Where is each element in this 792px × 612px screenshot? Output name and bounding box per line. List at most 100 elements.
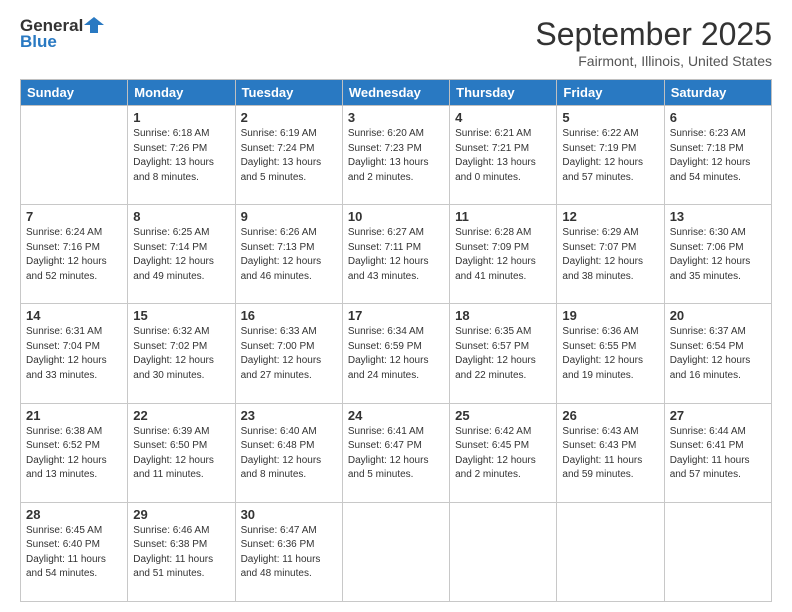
calendar-cell: 21 Sunrise: 6:38 AMSunset: 6:52 PMDayligh… bbox=[21, 403, 128, 502]
calendar-cell: 17 Sunrise: 6:34 AMSunset: 6:59 PMDayligh… bbox=[342, 304, 449, 403]
calendar: SundayMondayTuesdayWednesdayThursdayFrid… bbox=[20, 79, 772, 602]
day-info: Sunrise: 6:40 AMSunset: 6:48 PMDaylight:… bbox=[241, 425, 337, 483]
day-info: Sunrise: 6:43 AMSunset: 6:43 PMDaylight:… bbox=[562, 425, 658, 483]
day-info: Sunrise: 6:35 AMSunset: 6:57 PMDaylight:… bbox=[455, 325, 551, 383]
calendar-cell: 18 Sunrise: 6:35 AMSunset: 6:57 PMDayligh… bbox=[450, 304, 557, 403]
day-info: Sunrise: 6:27 AMSunset: 7:11 PMDaylight:… bbox=[348, 226, 444, 284]
day-number: 6 bbox=[670, 110, 766, 125]
day-info: Sunrise: 6:44 AMSunset: 6:41 PMDaylight:… bbox=[670, 425, 766, 483]
day-info: Sunrise: 6:38 AMSunset: 6:52 PMDaylight:… bbox=[26, 425, 122, 483]
day-info: Sunrise: 6:23 AMSunset: 7:18 PMDaylight:… bbox=[670, 127, 766, 185]
title-area: September 2025 Fairmont, Illinois, Unite… bbox=[535, 16, 772, 69]
day-number: 11 bbox=[455, 209, 551, 224]
calendar-cell: 23Sunrise: 6:40 AMSunset: 6:48 PMDayligh… bbox=[235, 403, 342, 502]
calendar-cell: 14 Sunrise: 6:31 AMSunset: 7:04 PMDayligh… bbox=[21, 304, 128, 403]
logo: General Blue bbox=[20, 16, 104, 52]
calendar-cell: 10 Sunrise: 6:27 AMSunset: 7:11 PMDayligh… bbox=[342, 205, 449, 304]
calendar-cell: 1Sunrise: 6:18 AMSunset: 7:26 PMDaylight… bbox=[128, 106, 235, 205]
day-number: 13 bbox=[670, 209, 766, 224]
calendar-cell: 30Sunrise: 6:47 AMSunset: 6:36 PMDayligh… bbox=[235, 502, 342, 601]
day-info: Sunrise: 6:18 AMSunset: 7:26 PMDaylight:… bbox=[133, 127, 229, 185]
calendar-cell bbox=[557, 502, 664, 601]
day-number: 7 bbox=[26, 209, 122, 224]
day-info: Sunrise: 6:20 AMSunset: 7:23 PMDaylight:… bbox=[348, 127, 444, 185]
day-info: Sunrise: 6:36 AMSunset: 6:55 PMDaylight:… bbox=[562, 325, 658, 383]
day-info: Sunrise: 6:25 AMSunset: 7:14 PMDaylight:… bbox=[133, 226, 229, 284]
day-number: 25 bbox=[455, 408, 551, 423]
day-header-wednesday: Wednesday bbox=[342, 80, 449, 106]
day-info: Sunrise: 6:32 AMSunset: 7:02 PMDaylight:… bbox=[133, 325, 229, 383]
day-info: Sunrise: 6:39 AMSunset: 6:50 PMDaylight:… bbox=[133, 425, 229, 483]
day-header-thursday: Thursday bbox=[450, 80, 557, 106]
logo-blue-text: Blue bbox=[20, 32, 57, 52]
day-number: 27 bbox=[670, 408, 766, 423]
day-number: 17 bbox=[348, 308, 444, 323]
day-header-friday: Friday bbox=[557, 80, 664, 106]
day-number: 9 bbox=[241, 209, 337, 224]
calendar-cell bbox=[664, 502, 771, 601]
day-number: 3 bbox=[348, 110, 444, 125]
calendar-cell: 15 Sunrise: 6:32 AMSunset: 7:02 PMDayligh… bbox=[128, 304, 235, 403]
calendar-cell: 25 Sunrise: 6:42 AMSunset: 6:45 PMDayligh… bbox=[450, 403, 557, 502]
calendar-cell: 22Sunrise: 6:39 AMSunset: 6:50 PMDayligh… bbox=[128, 403, 235, 502]
day-number: 8 bbox=[133, 209, 229, 224]
day-info: Sunrise: 6:19 AMSunset: 7:24 PMDaylight:… bbox=[241, 127, 337, 185]
calendar-cell: 6 Sunrise: 6:23 AMSunset: 7:18 PMDaylight… bbox=[664, 106, 771, 205]
day-number: 21 bbox=[26, 408, 122, 423]
logo-bird-icon bbox=[84, 17, 104, 33]
calendar-cell: 11Sunrise: 6:28 AMSunset: 7:09 PMDayligh… bbox=[450, 205, 557, 304]
day-number: 26 bbox=[562, 408, 658, 423]
day-number: 19 bbox=[562, 308, 658, 323]
calendar-cell: 12 Sunrise: 6:29 AMSunset: 7:07 PMDayligh… bbox=[557, 205, 664, 304]
calendar-cell: 28 Sunrise: 6:45 AMSunset: 6:40 PMDayligh… bbox=[21, 502, 128, 601]
day-number: 10 bbox=[348, 209, 444, 224]
day-info: Sunrise: 6:22 AMSunset: 7:19 PMDaylight:… bbox=[562, 127, 658, 185]
calendar-cell: 16 Sunrise: 6:33 AMSunset: 7:00 PMDayligh… bbox=[235, 304, 342, 403]
week-row-0: 1Sunrise: 6:18 AMSunset: 7:26 PMDaylight… bbox=[21, 106, 772, 205]
day-number: 30 bbox=[241, 507, 337, 522]
calendar-cell: 9Sunrise: 6:26 AMSunset: 7:13 PMDaylight… bbox=[235, 205, 342, 304]
week-row-4: 28 Sunrise: 6:45 AMSunset: 6:40 PMDayligh… bbox=[21, 502, 772, 601]
calendar-cell: 20 Sunrise: 6:37 AMSunset: 6:54 PMDayligh… bbox=[664, 304, 771, 403]
calendar-cell: 8 Sunrise: 6:25 AMSunset: 7:14 PMDaylight… bbox=[128, 205, 235, 304]
day-number: 24 bbox=[348, 408, 444, 423]
day-header-tuesday: Tuesday bbox=[235, 80, 342, 106]
calendar-cell bbox=[342, 502, 449, 601]
day-number: 14 bbox=[26, 308, 122, 323]
calendar-cell: 26 Sunrise: 6:43 AMSunset: 6:43 PMDayligh… bbox=[557, 403, 664, 502]
week-row-3: 21 Sunrise: 6:38 AMSunset: 6:52 PMDayligh… bbox=[21, 403, 772, 502]
day-info: Sunrise: 6:29 AMSunset: 7:07 PMDaylight:… bbox=[562, 226, 658, 284]
calendar-cell: 7Sunrise: 6:24 AMSunset: 7:16 PMDaylight… bbox=[21, 205, 128, 304]
calendar-cell: 27 Sunrise: 6:44 AMSunset: 6:41 PMDayligh… bbox=[664, 403, 771, 502]
month-title: September 2025 bbox=[535, 16, 772, 53]
day-info: Sunrise: 6:34 AMSunset: 6:59 PMDaylight:… bbox=[348, 325, 444, 383]
calendar-cell: 5 Sunrise: 6:22 AMSunset: 7:19 PMDaylight… bbox=[557, 106, 664, 205]
day-number: 20 bbox=[670, 308, 766, 323]
day-header-saturday: Saturday bbox=[664, 80, 771, 106]
day-info: Sunrise: 6:31 AMSunset: 7:04 PMDaylight:… bbox=[26, 325, 122, 383]
day-number: 18 bbox=[455, 308, 551, 323]
day-info: Sunrise: 6:37 AMSunset: 6:54 PMDaylight:… bbox=[670, 325, 766, 383]
day-number: 4 bbox=[455, 110, 551, 125]
day-number: 16 bbox=[241, 308, 337, 323]
day-number: 15 bbox=[133, 308, 229, 323]
header: General Blue September 2025 Fairmont, Il… bbox=[20, 16, 772, 69]
day-number: 12 bbox=[562, 209, 658, 224]
day-number: 29 bbox=[133, 507, 229, 522]
calendar-cell: 3 Sunrise: 6:20 AMSunset: 7:23 PMDaylight… bbox=[342, 106, 449, 205]
calendar-header-row: SundayMondayTuesdayWednesdayThursdayFrid… bbox=[21, 80, 772, 106]
day-info: Sunrise: 6:45 AMSunset: 6:40 PMDaylight:… bbox=[26, 524, 122, 582]
day-number: 28 bbox=[26, 507, 122, 522]
calendar-cell: 13Sunrise: 6:30 AMSunset: 7:06 PMDayligh… bbox=[664, 205, 771, 304]
day-number: 5 bbox=[562, 110, 658, 125]
calendar-cell bbox=[21, 106, 128, 205]
day-info: Sunrise: 6:41 AMSunset: 6:47 PMDaylight:… bbox=[348, 425, 444, 483]
calendar-cell: 24 Sunrise: 6:41 AMSunset: 6:47 PMDayligh… bbox=[342, 403, 449, 502]
calendar-cell bbox=[450, 502, 557, 601]
day-info: Sunrise: 6:42 AMSunset: 6:45 PMDaylight:… bbox=[455, 425, 551, 483]
day-number: 2 bbox=[241, 110, 337, 125]
week-row-2: 14 Sunrise: 6:31 AMSunset: 7:04 PMDayligh… bbox=[21, 304, 772, 403]
day-header-monday: Monday bbox=[128, 80, 235, 106]
day-info: Sunrise: 6:33 AMSunset: 7:00 PMDaylight:… bbox=[241, 325, 337, 383]
calendar-cell: 29Sunrise: 6:46 AMSunset: 6:38 PMDayligh… bbox=[128, 502, 235, 601]
